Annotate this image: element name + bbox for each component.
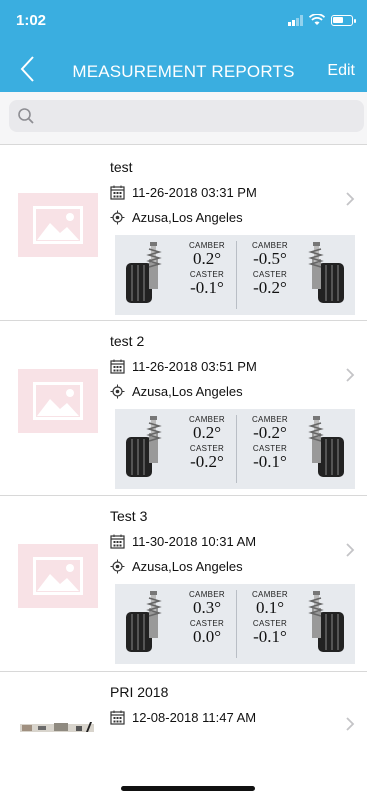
wheel-icon <box>123 415 163 481</box>
search-input[interactable] <box>9 100 364 132</box>
report-date: 11-30-2018 10:31 AM <box>110 534 256 549</box>
camber-value-right: 0.1° <box>255 598 285 617</box>
report-location: Azusa,Los Angeles <box>110 559 243 574</box>
chevron-right-icon <box>346 717 355 731</box>
edit-button[interactable]: Edit <box>327 62 355 80</box>
divider <box>236 590 237 658</box>
caster-value-left: -0.1° <box>190 278 224 297</box>
report-location-text: Azusa,Los Angeles <box>132 559 243 574</box>
report-row[interactable]: PRI 2018 12-08-2018 11:47 AM <box>0 671 367 799</box>
camber-value-left: 0.3° <box>192 598 222 617</box>
report-list: test 11-26-2018 03:31 PM Azusa,Los Angel… <box>0 144 367 799</box>
chevron-right-icon <box>346 192 355 206</box>
caster-value-right: -0.1° <box>253 452 287 471</box>
camber-value-left: 0.2° <box>192 249 222 268</box>
report-date: 11-26-2018 03:51 PM <box>110 359 257 374</box>
report-date-text: 11-30-2018 10:31 AM <box>132 534 257 549</box>
wheel-icon <box>307 590 347 656</box>
location-icon <box>110 210 125 225</box>
alignment-card: CAMBER 0.3° CASTER 0.0° CAMBER 0.1° CAST… <box>115 584 355 664</box>
left-values: CAMBER 0.3° CASTER 0.0° <box>177 584 237 664</box>
camber-value-right: -0.5° <box>253 249 287 268</box>
location-icon <box>110 384 125 399</box>
page-title: MEASUREMENT REPORTS <box>72 62 295 81</box>
report-date: 11-26-2018 03:31 PM <box>110 185 257 200</box>
right-values: CAMBER -0.5° CASTER -0.2° <box>240 235 300 315</box>
alignment-card: CAMBER 0.2° CASTER -0.1° CAMBER -0.5° CA… <box>115 235 355 315</box>
right-values: CAMBER -0.2° CASTER -0.1° <box>240 409 300 489</box>
image-placeholder-icon <box>18 193 98 257</box>
alignment-card: CAMBER 0.2° CASTER -0.2° CAMBER -0.2° CA… <box>115 409 355 489</box>
wheel-icon <box>307 415 347 481</box>
caster-value-right: -0.2° <box>253 278 287 297</box>
report-location-text: Azusa,Los Angeles <box>132 210 243 225</box>
right-values: CAMBER 0.1° CASTER -0.1° <box>240 584 300 664</box>
report-date-text: 11-26-2018 03:31 PM <box>132 185 257 200</box>
status-indicators <box>288 14 356 26</box>
report-location: Azusa,Los Angeles <box>110 210 243 225</box>
divider <box>236 415 237 483</box>
report-date-text: 12-08-2018 11:47 AM <box>132 710 257 725</box>
calendar-icon <box>110 534 125 549</box>
calendar-icon <box>110 359 125 374</box>
left-values: CAMBER 0.2° CASTER -0.1° <box>177 235 237 315</box>
report-location: Azusa,Los Angeles <box>110 384 243 399</box>
camber-value-right: -0.2° <box>253 423 287 442</box>
report-title: Test 3 <box>110 508 148 524</box>
report-date-text: 11-26-2018 03:51 PM <box>132 359 257 374</box>
chevron-right-icon <box>346 368 355 382</box>
home-indicator[interactable] <box>121 786 255 791</box>
wheel-icon <box>123 241 163 307</box>
report-location-text: Azusa,Los Angeles <box>132 384 243 399</box>
wheel-icon <box>123 590 163 656</box>
battery-icon <box>331 14 356 26</box>
signal-icon <box>288 14 303 26</box>
report-title: test 2 <box>110 333 145 349</box>
image-placeholder-icon <box>18 369 98 433</box>
divider <box>236 241 237 309</box>
status-time: 1:02 <box>16 12 47 29</box>
wifi-icon <box>309 14 325 25</box>
report-photo <box>20 722 94 732</box>
app-screen: 1:02 MEASUREMENT REPORTS Edit test 11-26… <box>0 0 367 799</box>
report-row[interactable]: test 11-26-2018 03:31 PM Azusa,Los Angel… <box>0 144 367 320</box>
header: 1:02 MEASUREMENT REPORTS Edit <box>0 0 367 92</box>
report-row[interactable]: test 2 11-26-2018 03:51 PM Azusa,Los Ang… <box>0 320 367 495</box>
search-bar <box>0 92 367 144</box>
caster-value-left: 0.0° <box>192 627 222 646</box>
image-placeholder-icon <box>18 544 98 608</box>
wheel-icon <box>307 241 347 307</box>
report-row[interactable]: Test 3 11-30-2018 10:31 AM Azusa,Los Ang… <box>0 495 367 671</box>
report-date: 12-08-2018 11:47 AM <box>110 710 256 725</box>
calendar-icon <box>110 710 125 725</box>
left-values: CAMBER 0.2° CASTER -0.2° <box>177 409 237 489</box>
location-icon <box>110 559 125 574</box>
report-title: PRI 2018 <box>110 684 169 700</box>
camber-value-left: 0.2° <box>192 423 222 442</box>
search-icon <box>18 108 34 124</box>
report-title: test <box>110 159 133 175</box>
chevron-right-icon <box>346 543 355 557</box>
caster-value-right: -0.1° <box>253 627 287 646</box>
calendar-icon <box>110 185 125 200</box>
caster-value-left: -0.2° <box>190 452 224 471</box>
